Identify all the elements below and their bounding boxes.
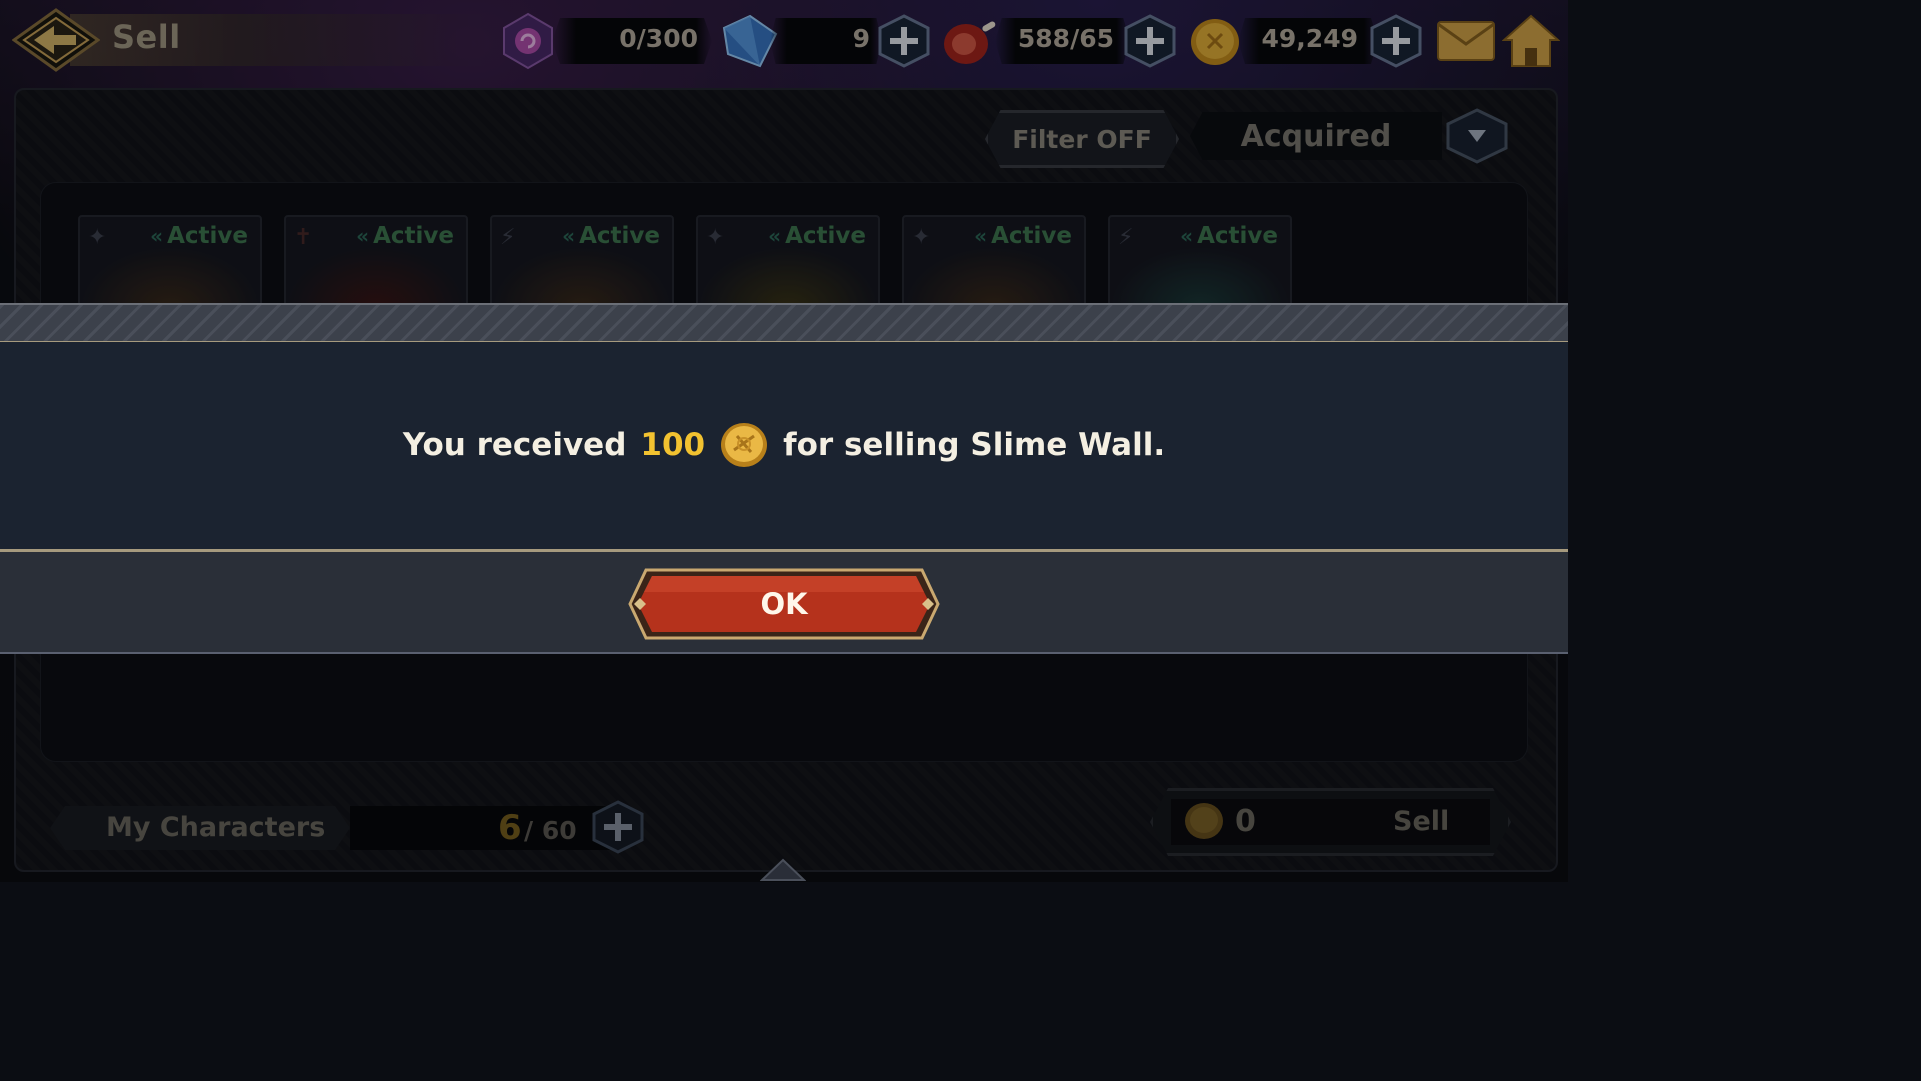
gold-amount: 100 bbox=[640, 427, 706, 463]
message-prefix: You received bbox=[402, 427, 627, 463]
sale-message: You received 100 for selling Slime Wall. bbox=[0, 420, 1568, 470]
gold-coin-icon bbox=[721, 423, 768, 467]
ok-label: OK bbox=[760, 587, 808, 621]
message-suffix: for selling Slime Wall. bbox=[783, 427, 1166, 463]
modal-header-strip bbox=[0, 303, 1568, 344]
ok-button[interactable]: OK bbox=[628, 568, 940, 640]
scroll-up-caret-icon bbox=[760, 858, 806, 881]
